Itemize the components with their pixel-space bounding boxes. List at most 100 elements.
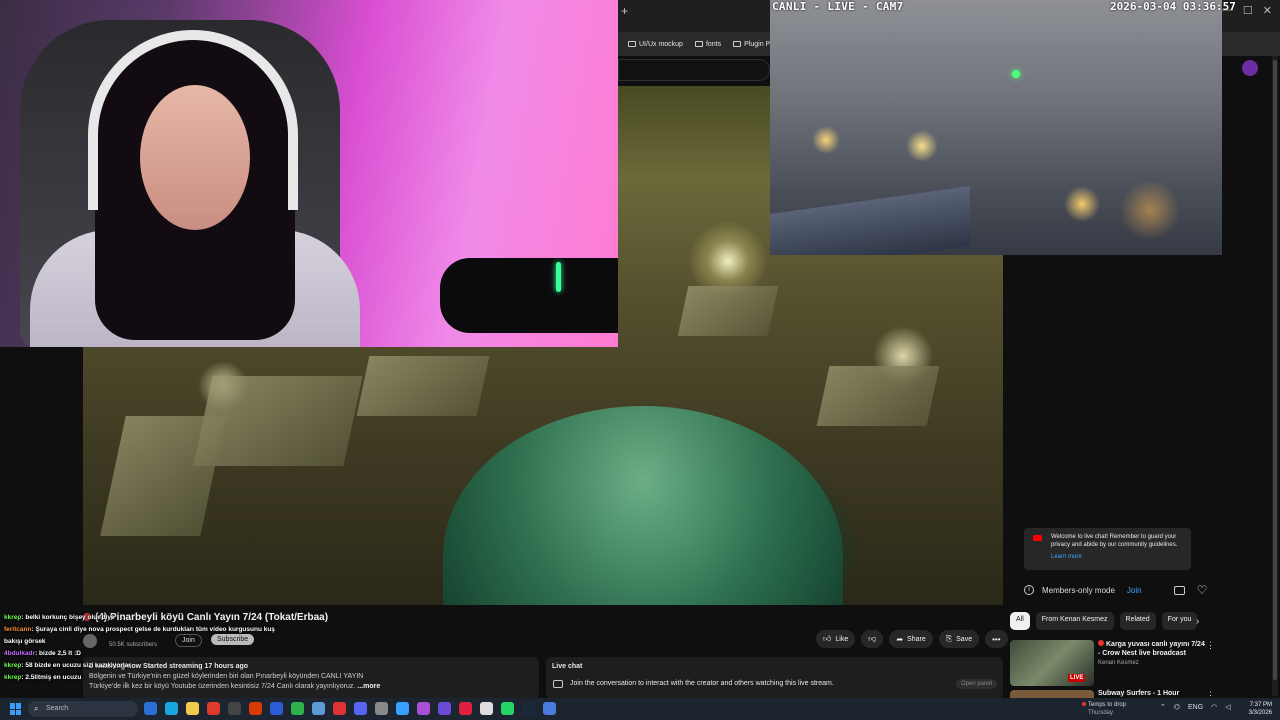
app-icon[interactable] [207, 702, 220, 715]
search-icon: ⌕ [34, 704, 39, 713]
chat-message: feritcann: Şuraya cinli diye nova prospe… [4, 626, 275, 645]
wifi-icon[interactable]: ◠ [1211, 703, 1217, 711]
chat-username: kkrep [4, 674, 22, 681]
taskbar-apps [144, 702, 556, 715]
new-tab-icon[interactable]: + [621, 4, 628, 18]
windows-start-icon[interactable] [10, 703, 22, 715]
bookmark-icon: ⎘ [945, 634, 953, 643]
chip-all[interactable]: All [1010, 612, 1030, 630]
app-icon[interactable] [417, 702, 430, 715]
share-label: Share [907, 635, 926, 643]
chip-from-channel[interactable]: From Kenan Kesmez [1035, 612, 1114, 630]
chrome-icon[interactable] [291, 702, 304, 715]
microphone [440, 258, 618, 333]
ellipsis-icon: ••• [992, 634, 1001, 644]
network-icon[interactable]: ⌬ [1174, 703, 1180, 711]
photoshop-icon[interactable] [270, 702, 283, 715]
video-scene-roof [677, 286, 779, 336]
app-icon[interactable] [459, 702, 472, 715]
video-actions: 👍︎ Like 👎︎ ➦ Share ⎘ Save ••• [816, 630, 1008, 648]
chat-text: 58 bizde en ucuzu sizi kazıkıyorlar [25, 662, 131, 669]
scrollbar[interactable] [1272, 56, 1278, 696]
clock-time: 7:37 PM [1249, 702, 1272, 708]
whatsapp-icon[interactable] [501, 702, 514, 715]
video-scene-roof [356, 356, 490, 416]
share-icon: ➦ [896, 634, 904, 644]
chat-username: kkrep [4, 614, 22, 621]
more-options-icon[interactable]: ⋮ [1206, 640, 1215, 651]
chip-related[interactable]: Related [1119, 612, 1156, 630]
mosque-dome [443, 406, 843, 605]
chat-username: 4bdulkadr [4, 650, 36, 657]
chat-text: Şuraya cinli diye nova prospect gelse de… [4, 626, 275, 645]
cam7-timestamp: 2026-03-04 03:36:57 [1110, 0, 1236, 13]
chevron-right-icon[interactable]: › [1196, 616, 1199, 627]
save-label: Save [956, 635, 973, 643]
share-button[interactable]: ➦ Share [889, 630, 933, 648]
info-icon[interactable]: i [1024, 585, 1034, 595]
chat-text: bizde 2,5 lt :D [39, 650, 81, 657]
members-only-row: i Members-only mode Join ♡ [1012, 578, 1212, 602]
steam-icon[interactable] [522, 702, 535, 715]
video-scene-roof [816, 366, 940, 426]
chip-for-you[interactable]: For you [1161, 612, 1198, 630]
weather-widget[interactable]: Temps to drop Thursday [1082, 701, 1126, 717]
chat-welcome-banner: Welcome to live chat! Remember to guard … [1024, 528, 1191, 570]
stream-chat-overlay: kkrep: belki korkunç bişey olur diye fer… [4, 612, 304, 684]
edge-icon[interactable] [165, 702, 178, 715]
recommended-title[interactable]: Karga yuvası canlı yayını 7/24 - Crow Ne… [1098, 640, 1208, 658]
screen: + — ☐ ✕ UI/Ux mockup fonts Plugin Packag… [0, 0, 1280, 720]
app-icon[interactable] [480, 702, 493, 715]
avatar[interactable] [1242, 60, 1258, 76]
save-button[interactable]: ⎘ Save [938, 630, 980, 648]
maximize-icon[interactable]: ☐ [1243, 4, 1253, 17]
close-icon[interactable]: ✕ [1263, 4, 1272, 17]
language-indicator[interactable]: ENG [1188, 704, 1203, 711]
members-mode-label: Members-only mode [1042, 585, 1115, 595]
search-input[interactable] [618, 59, 770, 81]
heart-icon[interactable]: ♡ [1197, 583, 1208, 597]
bookmark-fonts[interactable]: fonts [694, 40, 722, 48]
weather-alert-icon [1082, 702, 1086, 706]
recommended-video[interactable]: LIVE Karga yuvası canlı yayını 7/24 - Cr… [1010, 640, 1215, 686]
scrollbar-thumb[interactable] [1273, 60, 1277, 680]
widgets-icon[interactable] [144, 702, 157, 715]
discord-icon[interactable] [354, 702, 367, 715]
bookmark-label: fonts [705, 40, 722, 48]
chat-message: kkrep: belki korkunç bişey olur diye [4, 614, 115, 621]
app-icon[interactable] [438, 702, 451, 715]
thumbs-up-icon: 👍︎ [823, 634, 832, 643]
recommendation-chips: All From Kenan Kesmez Related For you [1010, 612, 1198, 630]
app-icon[interactable] [375, 702, 388, 715]
dislike-button[interactable]: 👎︎ [861, 630, 884, 648]
file-explorer-icon[interactable] [186, 702, 199, 715]
more-link[interactable]: ...more [357, 683, 380, 690]
weather-sub: Thursday [1088, 710, 1114, 716]
taskbar-search[interactable]: ⌕ Search [28, 701, 138, 717]
app-icon[interactable] [312, 702, 325, 715]
chat-message: kkrep: 58 bizde en ucuzu sizi kazıkıyorl… [4, 662, 131, 669]
bookmark-uiux[interactable]: UI/Ux mockup [628, 41, 683, 48]
streamer-webcam [0, 0, 618, 347]
chevron-up-icon[interactable]: ⌃ [1160, 703, 1166, 711]
mic-light [556, 262, 561, 292]
members-join-button[interactable]: Join [1127, 586, 1142, 595]
taskbar-search-label: Search [46, 705, 69, 712]
app-icon[interactable] [396, 702, 409, 715]
app-icon[interactable] [228, 702, 241, 715]
recommended-channel[interactable]: Kenan Kesmez [1098, 660, 1139, 666]
open-panel-button[interactable]: Open panel [956, 679, 998, 689]
thumbs-down-icon: 👎︎ [868, 634, 877, 643]
recommended-title[interactable]: Subway Surfers - 1 Hour [1098, 690, 1179, 697]
illustrator-icon[interactable] [249, 702, 262, 715]
folder-icon [733, 41, 742, 47]
super-chat-icon[interactable] [1173, 585, 1185, 595]
like-button[interactable]: 👍︎ Like [816, 630, 856, 648]
app-icon[interactable] [333, 702, 346, 715]
more-actions-button[interactable]: ••• [985, 630, 1008, 648]
volume-icon[interactable]: ◁ [1225, 703, 1230, 711]
learn-more-link[interactable]: Learn more [1051, 553, 1185, 561]
app-icon[interactable] [543, 702, 556, 715]
youtube-icon [1033, 535, 1042, 541]
taskbar-clock[interactable]: 7:37 PM 3/3/2026 [1238, 701, 1272, 717]
